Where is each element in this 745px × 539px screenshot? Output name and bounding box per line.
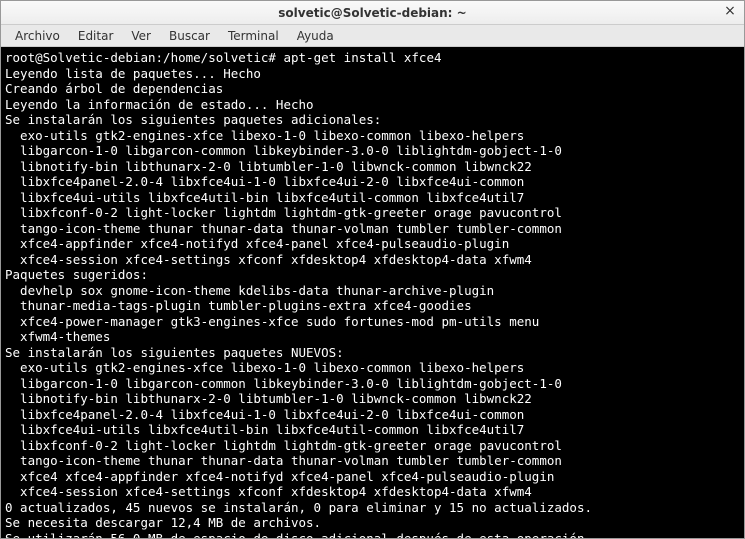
terminal-line: libxfce4panel-2.0-4 libxfce4ui-1-0 libxf…: [5, 174, 524, 189]
terminal-line: Paquetes sugeridos:: [5, 267, 148, 282]
menu-buscar[interactable]: Buscar: [161, 27, 218, 45]
terminal-line: Leyendo lista de paquetes... Hecho: [5, 66, 261, 81]
terminal-line: libxfce4panel-2.0-4 libxfce4ui-1-0 libxf…: [5, 407, 524, 422]
terminal-line: libgarcon-1-0 libgarcon-common libkeybin…: [5, 376, 562, 391]
terminal-line: libxfconf-0-2 light-locker lightdm light…: [5, 205, 562, 220]
terminal-line: xfce4 xfce4-appfinder xfce4-notifyd xfce…: [5, 469, 554, 484]
terminal-line: xfce4-session xfce4-settings xfconf xfde…: [5, 252, 532, 267]
terminal-line: devhelp sox gnome-icon-theme kdelibs-dat…: [5, 283, 494, 298]
terminal-line: xfce4-session xfce4-settings xfconf xfde…: [5, 484, 532, 499]
close-icon[interactable]: ×: [722, 4, 738, 20]
terminal-line: libnotify-bin libthunarx-2-0 libtumbler-…: [5, 159, 532, 174]
terminal-line: tango-icon-theme thunar thunar-data thun…: [5, 453, 562, 468]
menu-ayuda[interactable]: Ayuda: [289, 27, 342, 45]
terminal-line: tango-icon-theme thunar thunar-data thun…: [5, 221, 562, 236]
command-text: apt-get install xfce4: [283, 50, 441, 65]
terminal-output[interactable]: root@Solvetic-debian:/home/solvetic# apt…: [1, 47, 744, 538]
menu-archivo[interactable]: Archivo: [7, 27, 68, 45]
prompt: root@Solvetic-debian:/home/solvetic#: [5, 50, 276, 65]
menu-ver[interactable]: Ver: [123, 27, 159, 45]
terminal-line: 0 actualizados, 45 nuevos se instalarán,…: [5, 500, 592, 515]
terminal-line: libxfce4ui-utils libxfce4util-bin libxfc…: [5, 190, 524, 205]
terminal-line: exo-utils gtk2-engines-xfce libexo-1-0 l…: [5, 360, 524, 375]
terminal-line: thunar-media-tags-plugin tumbler-plugins…: [5, 298, 472, 313]
terminal-line: Se utilizarán 56,0 MB de espacio de disc…: [5, 531, 592, 539]
terminal-line: libgarcon-1-0 libgarcon-common libkeybin…: [5, 143, 562, 158]
menu-editar[interactable]: Editar: [70, 27, 122, 45]
terminal-line: Se instalarán los siguientes paquetes ad…: [5, 112, 381, 127]
terminal-line: xfce4-power-manager gtk3-engines-xfce su…: [5, 314, 539, 329]
terminal-line: libxfce4ui-utils libxfce4util-bin libxfc…: [5, 422, 524, 437]
terminal-line: Creando árbol de dependencias: [5, 81, 223, 96]
window-title: solvetic@Solvetic-debian: ~: [278, 6, 466, 20]
terminal-line: xfwm4-themes: [5, 329, 110, 344]
terminal-line: exo-utils gtk2-engines-xfce libexo-1-0 l…: [5, 128, 524, 143]
terminal-window: solvetic@Solvetic-debian: ~ × Archivo Ed…: [0, 0, 745, 539]
terminal-line: Leyendo la información de estado... Hech…: [5, 97, 314, 112]
terminal-line: libxfconf-0-2 light-locker lightdm light…: [5, 438, 562, 453]
menu-bar: Archivo Editar Ver Buscar Terminal Ayuda: [1, 25, 744, 47]
terminal-line: Se instalarán los siguientes paquetes NU…: [5, 345, 344, 360]
menu-terminal[interactable]: Terminal: [220, 27, 287, 45]
terminal-line: xfce4-appfinder xfce4-notifyd xfce4-pane…: [5, 236, 509, 251]
title-bar: solvetic@Solvetic-debian: ~ ×: [1, 1, 744, 25]
terminal-line: Se necesita descargar 12,4 MB de archivo…: [5, 515, 321, 530]
terminal-line: libnotify-bin libthunarx-2-0 libtumbler-…: [5, 391, 532, 406]
